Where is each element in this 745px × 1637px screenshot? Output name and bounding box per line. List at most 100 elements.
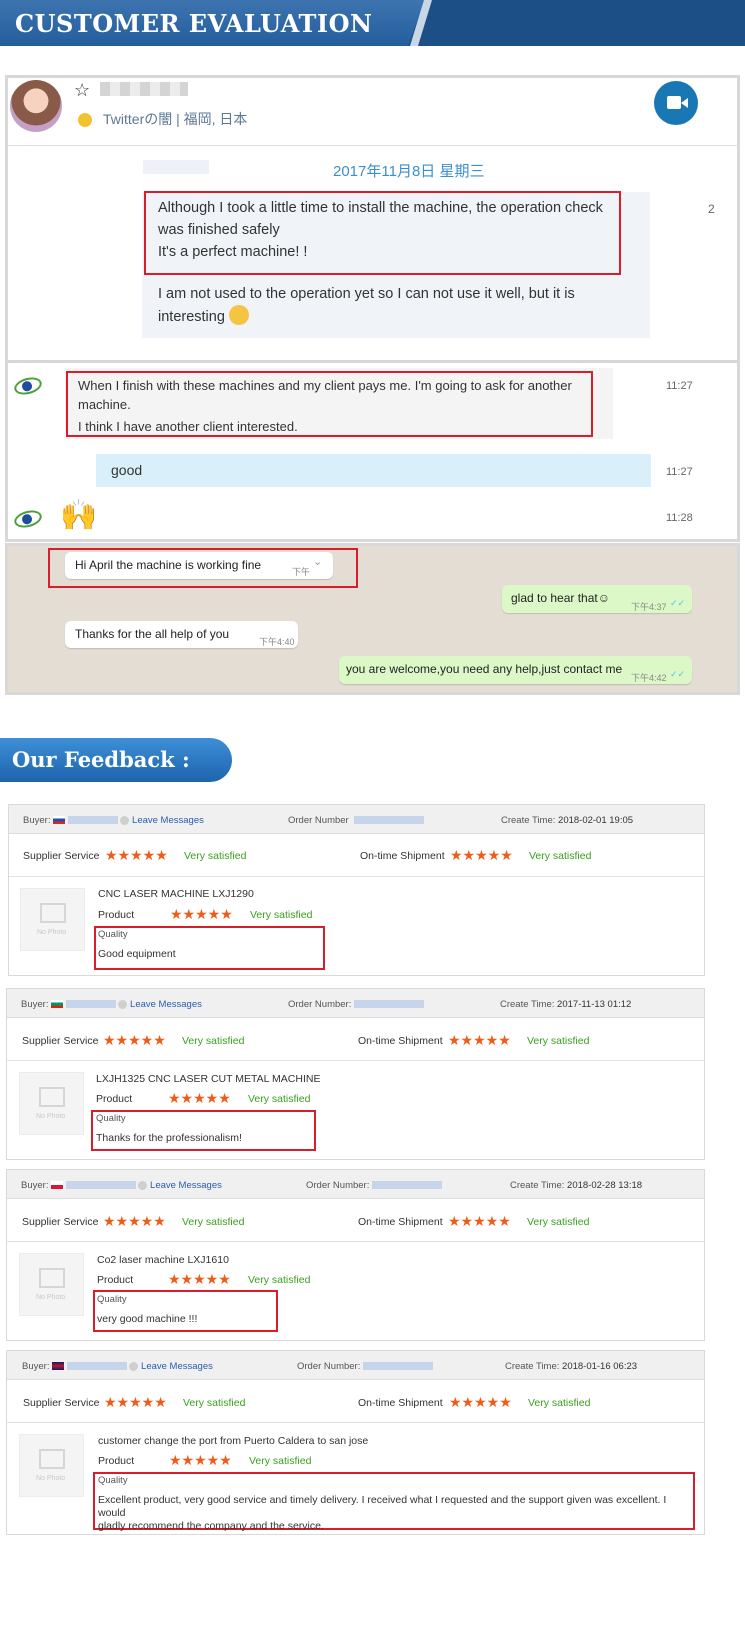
video-icon: [667, 96, 681, 109]
double-check-icon: ✓✓: [670, 598, 686, 608]
message-text: Thanks for the all help of you: [75, 627, 230, 641]
message-time: 下午4:37: [631, 602, 667, 612]
chat-panel-2: When I finish with these machines and my…: [5, 360, 740, 542]
message-time: 11:28: [666, 512, 693, 524]
ontime-shipment-label: On-time Shipment: [358, 1216, 443, 1228]
message-text-2: I am not used to the operation yet so I …: [158, 286, 575, 325]
ontime-shipment-label: On-time Shipment: [358, 1397, 443, 1409]
order-number: Order Number: [288, 815, 424, 826]
rating-text: Very satisfied: [182, 1216, 245, 1228]
smile-emoji-icon: [228, 305, 249, 325]
quality-comment: Thanks for the professionalism!: [96, 1132, 242, 1144]
rating-text: Very satisfied: [250, 909, 313, 921]
leave-messages-link[interactable]: Leave Messages: [132, 815, 204, 826]
product-name: Co2 laser machine LXJ1610: [97, 1254, 229, 1266]
review-card: Buyer: Leave Messages Order Number: Crea…: [6, 1350, 705, 1535]
image-icon: [39, 1268, 65, 1288]
divider: [7, 1241, 704, 1242]
rating-stars: ★★★★★: [169, 1452, 232, 1468]
quality-comment: Excellent product, very good service and…: [98, 1494, 667, 1532]
supplier-service-label: Supplier Service: [22, 1035, 99, 1047]
rating-stars: ★★★★★: [168, 1090, 231, 1106]
order-number: Order Number:: [306, 1180, 442, 1191]
leave-messages-link[interactable]: Leave Messages: [130, 999, 202, 1010]
message-time: 11:27: [666, 466, 693, 478]
chat-date: 2017年11月8日 星期三: [333, 163, 485, 180]
image-icon: [40, 903, 66, 923]
video-call-button[interactable]: [654, 81, 698, 125]
rating-stars: ★★★★★: [105, 847, 168, 863]
quality-comment: Good equipment: [98, 948, 176, 960]
supplier-service-label: Supplier Service: [23, 1397, 100, 1409]
product-photo: No Photo: [19, 1434, 84, 1497]
order-number: Order Number:: [288, 999, 424, 1010]
rating-stars: ★★★★★: [450, 847, 513, 863]
message-time: 下午4:40: [259, 637, 295, 647]
reply-text: good: [111, 462, 143, 478]
clock-icon: [78, 113, 92, 127]
product-photo: No Photo: [19, 1253, 84, 1316]
message-time: 11:27: [666, 380, 693, 392]
ontime-shipment-label: On-time Shipment: [358, 1035, 443, 1047]
divider: [9, 876, 704, 877]
blurred-label: [143, 160, 209, 174]
rating-text: Very satisfied: [184, 850, 247, 862]
create-time: Create Time: 2017-11-13 01:12: [500, 999, 632, 1010]
rating-text: Very satisfied: [527, 1035, 590, 1047]
review-card: Buyer: Leave Messages Order Number Creat…: [8, 804, 705, 976]
company-logo-icon: [12, 374, 44, 398]
product-name: LXJH1325 CNC LASER CUT METAL MACHINE: [96, 1073, 321, 1085]
quality-label: Quality: [97, 1294, 127, 1305]
create-time: Create Time: 2018-01-16 06:23: [505, 1361, 638, 1372]
rating-stars: ★★★★★: [168, 1271, 231, 1287]
leave-messages-link[interactable]: Leave Messages: [141, 1361, 213, 1372]
product-name: customer change the port from Puerto Cal…: [98, 1435, 369, 1447]
cut-text: 2: [708, 202, 715, 216]
user-location: Twitterの闇 | 福岡, 日本: [103, 111, 248, 127]
highlight-box: [48, 548, 358, 588]
rating-stars: ★★★★★: [103, 1213, 166, 1229]
create-time: Create Time: 2018-02-28 13:18: [510, 1180, 643, 1191]
leave-messages-link[interactable]: Leave Messages: [150, 1180, 222, 1191]
buyer-info: Buyer: Leave Messages: [23, 815, 204, 826]
buyer-info: Buyer: Leave Messages: [21, 999, 202, 1010]
product-photo: No Photo: [19, 1072, 84, 1135]
rating-text: Very satisfied: [248, 1274, 311, 1286]
buyer-info: Buyer: Leave Messages: [22, 1361, 213, 1372]
double-check-icon: ✓✓: [670, 669, 686, 679]
review-card: Buyer: Leave Messages Order Number: Crea…: [6, 988, 705, 1160]
rating-text: Very satisfied: [528, 1397, 591, 1409]
star-icon[interactable]: ☆: [74, 80, 90, 101]
product-label: Product: [98, 909, 135, 921]
quality-comment: very good machine !!!: [97, 1313, 198, 1325]
create-time: Create Time: 2018-02-01 19:05: [501, 815, 634, 826]
chat-panel-1: ☆ Twitterの闇 | 福岡, 日本 2017年11月8日 星期三 Alth…: [5, 75, 740, 363]
rating-stars: ★★★★★: [448, 1032, 511, 1048]
product-label: Product: [96, 1093, 133, 1105]
product-photo: No Photo: [20, 888, 85, 951]
avatar[interactable]: [10, 80, 62, 132]
rating-stars: ★★★★★: [170, 906, 233, 922]
review-card: Buyer: Leave Messages Order Number: Crea…: [6, 1169, 705, 1341]
reply-bubble: [96, 454, 651, 487]
company-logo-icon: [12, 507, 44, 531]
ontime-shipment-label: On-time Shipment: [360, 850, 445, 862]
supplier-service-label: Supplier Service: [22, 1216, 99, 1228]
rating-stars: ★★★★★: [103, 1032, 166, 1048]
rating-text: Very satisfied: [183, 1397, 246, 1409]
image-icon: [39, 1449, 65, 1469]
product-label: Product: [98, 1455, 135, 1467]
message-text: you are welcome,you need any help,just c…: [346, 662, 623, 676]
page-title: CUSTOMER EVALUATION: [15, 9, 373, 38]
product-name: CNC LASER MACHINE LXJ1290: [98, 888, 254, 900]
raised-hands-emoji: 🙌: [60, 499, 98, 532]
message-time: 下午4:42: [631, 673, 667, 683]
message-text: glad to hear that☺: [511, 591, 610, 605]
quality-label: Quality: [98, 929, 128, 940]
quality-label: Quality: [98, 1475, 128, 1486]
rating-stars: ★★★★★: [104, 1394, 167, 1410]
rating-stars: ★★★★★: [449, 1394, 512, 1410]
buyer-info: Buyer: Leave Messages: [21, 1180, 222, 1191]
divider: [7, 1422, 704, 1423]
order-number: Order Number:: [297, 1361, 433, 1372]
